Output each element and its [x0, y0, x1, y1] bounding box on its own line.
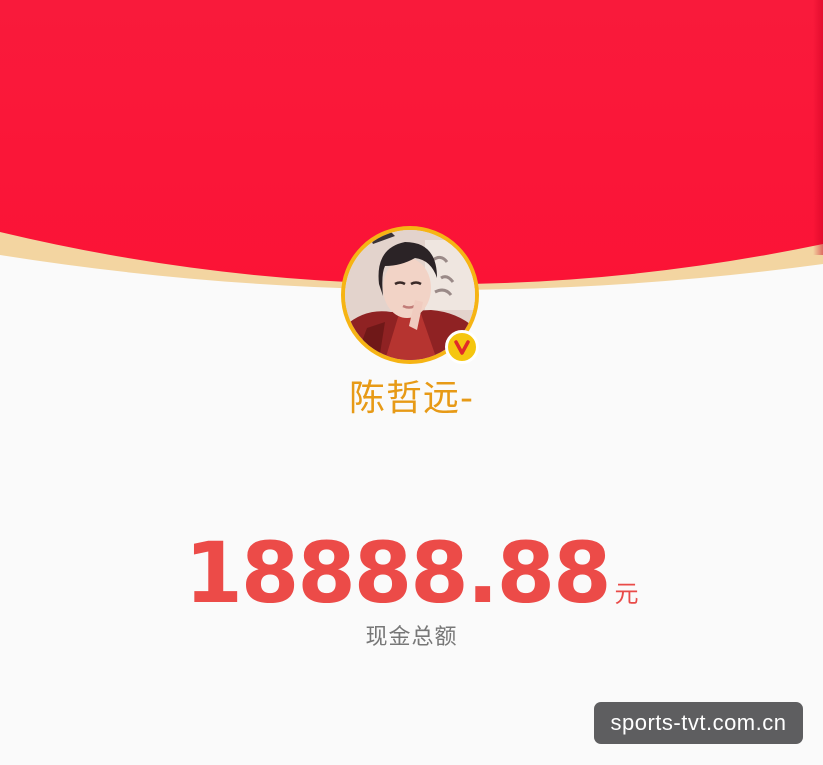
red-packet-screen: 陈哲远- 18888.88 元 现金总额 sports-tvt.com.cn — [0, 0, 823, 765]
cash-total-caption: 现金总额 — [365, 625, 458, 650]
site-watermark: sports-tvt.com.cn — [594, 702, 803, 744]
verified-badge — [445, 330, 479, 364]
verified-v-icon — [452, 337, 472, 357]
cash-amount: 18888.88 — [184, 524, 611, 622]
currency-unit: 元 — [614, 580, 639, 608]
sender-name[interactable]: 陈哲远- — [0, 375, 823, 423]
amount-row: 18888.88 元 — [0, 523, 823, 623]
header-edge-shade — [813, 0, 823, 255]
